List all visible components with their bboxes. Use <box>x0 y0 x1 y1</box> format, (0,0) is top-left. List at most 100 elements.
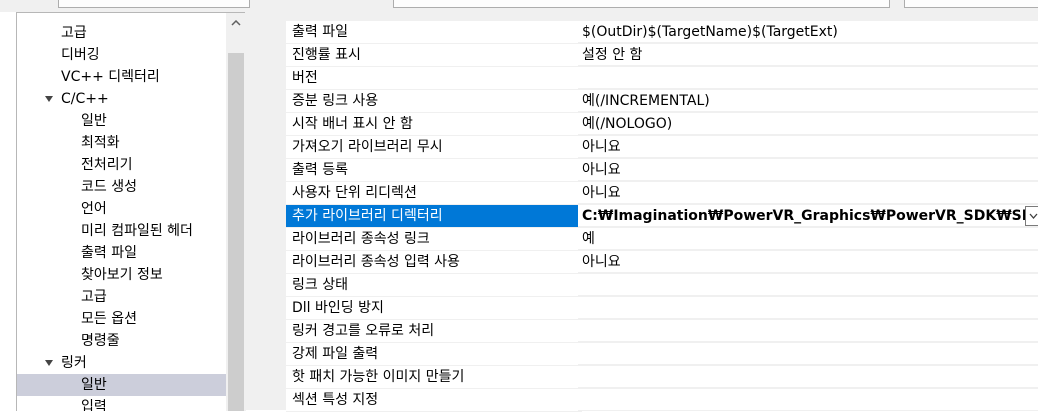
property-grid: 출력 파일 $(OutDir)$(TargetName)$(TargetExt) 진… <box>260 12 1038 412</box>
property-value[interactable]: 예 <box>578 228 1038 250</box>
property-value[interactable] <box>578 297 1038 319</box>
property-name[interactable]: 링커 경고를 오류로 처리 <box>286 320 582 343</box>
property-name[interactable]: 시작 배너 표시 안 함 <box>286 113 582 136</box>
property-row[interactable]: 사용자 단위 리디렉션 아니요 <box>260 182 1038 205</box>
property-value[interactable] <box>578 366 1038 388</box>
property-name[interactable]: 핫 패치 가능한 이미지 만들기 <box>286 366 582 389</box>
property-name[interactable]: 출력 등록 <box>286 159 582 182</box>
tree-item[interactable]: 출력 파일 <box>17 242 226 264</box>
property-name[interactable]: 가져오기 라이브러리 무시 <box>286 136 582 159</box>
property-value[interactable] <box>578 274 1038 296</box>
tree-item-label: 전처리기 <box>81 157 133 173</box>
property-name[interactable]: 라이브러리 종속성 링크 <box>286 228 582 251</box>
property-value[interactable]: 예(/NOLOGO) <box>578 113 1038 135</box>
panel-splitter[interactable] <box>245 12 260 410</box>
property-row[interactable]: 출력 등록 아니요 <box>260 159 1038 182</box>
tree-item[interactable]: 링커 <box>17 352 226 374</box>
property-value[interactable]: 아니요 <box>578 159 1038 181</box>
property-name[interactable]: 추가 라이브러리 디렉터리 <box>286 205 582 228</box>
tree-item[interactable]: 일반 <box>17 374 226 396</box>
property-row[interactable]: 시작 배너 표시 안 함 예(/NOLOGO) <box>260 113 1038 136</box>
property-row[interactable]: 가져오기 라이브러리 무시 아니요 <box>260 136 1038 159</box>
property-name[interactable]: 출력 파일 <box>286 21 582 44</box>
tree-item-label: 링커 <box>61 355 87 371</box>
tree-item[interactable]: 전처리기 <box>17 154 226 176</box>
scroll-thumb[interactable] <box>228 53 244 411</box>
property-row[interactable]: 추가 라이브러리 디렉터리 C:₩Imagination₩PowerVR_Grap… <box>260 205 1038 228</box>
platform-selector[interactable] <box>393 0 890 8</box>
tree-item[interactable]: 찾아보기 정보 <box>17 264 226 286</box>
tree-scrollbar[interactable] <box>226 13 246 411</box>
property-value[interactable]: 아니요 <box>578 182 1038 204</box>
configuration-manager-button[interactable] <box>904 0 1038 8</box>
property-value[interactable]: $(OutDir)$(TargetName)$(TargetExt) <box>578 21 1038 43</box>
tree-item[interactable]: 고급 <box>17 286 226 308</box>
tree-item-label: VC++ 디렉터리 <box>61 69 160 85</box>
tree-item[interactable]: 명령줄 <box>17 330 226 352</box>
property-row[interactable]: Dll 바인딩 방지 <box>260 297 1038 320</box>
tree-item[interactable]: 최적화 <box>17 132 226 154</box>
tree-item-label: 찾아보기 정보 <box>81 267 163 283</box>
property-row[interactable]: 섹션 특성 지정 <box>260 389 1038 412</box>
tree-item[interactable]: C/C++ <box>17 88 226 110</box>
configuration-selector[interactable] <box>58 0 250 8</box>
property-value[interactable]: 아니요 <box>578 136 1038 158</box>
value-dropdown-button[interactable] <box>1025 206 1038 226</box>
property-row[interactable]: 강제 파일 출력 <box>260 343 1038 366</box>
property-row[interactable]: 라이브러리 종속성 입력 사용 아니요 <box>260 251 1038 274</box>
property-row[interactable]: 핫 패치 가능한 이미지 만들기 <box>260 366 1038 389</box>
tree-item[interactable]: 코드 생성 <box>17 176 226 198</box>
property-row[interactable]: 출력 파일 $(OutDir)$(TargetName)$(TargetExt) <box>260 21 1038 44</box>
tree-item[interactable]: 입력 <box>17 396 226 411</box>
tree-item-label: 출력 파일 <box>81 245 137 261</box>
property-value[interactable]: 설정 안 함 <box>578 44 1038 66</box>
tree-item-label: 코드 생성 <box>81 179 137 195</box>
property-name[interactable]: 링크 상태 <box>286 274 582 297</box>
caret-down-icon[interactable] <box>45 96 53 102</box>
tree-item[interactable]: 언어 <box>17 198 226 220</box>
property-row[interactable]: 진행률 표시 설정 안 함 <box>260 44 1038 67</box>
property-name[interactable]: 증분 링크 사용 <box>286 90 582 113</box>
tree-item[interactable]: VC++ 디렉터리 <box>17 66 226 88</box>
property-value[interactable] <box>578 389 1038 411</box>
property-value[interactable] <box>578 67 1038 89</box>
property-name[interactable]: 버전 <box>286 67 582 90</box>
property-row[interactable]: 버전 <box>260 67 1038 90</box>
tree-item-label: 일반 <box>81 113 107 129</box>
tree-item-label: 모든 옵션 <box>81 311 137 327</box>
caret-down-icon[interactable] <box>45 360 53 366</box>
property-value[interactable] <box>578 320 1038 342</box>
property-row[interactable]: 라이브러리 종속성 링크 예 <box>260 228 1038 251</box>
tree-item-label: 일반 <box>81 377 107 393</box>
tree-item[interactable]: 미리 컴파일된 헤더 <box>17 220 226 242</box>
property-value[interactable]: 아니요 <box>578 251 1038 273</box>
property-row[interactable]: 증분 링크 사용 예(/INCREMENTAL) <box>260 90 1038 113</box>
property-page-tree: 고급 디버깅 VC++ 디렉터리 C/C++ 일반 최적화 전처리기 코드 생성 언어 미리 컴파… <box>16 12 246 411</box>
tree-item-label: 언어 <box>81 201 107 217</box>
tree-item-label: 미리 컴파일된 헤더 <box>81 223 193 239</box>
property-row[interactable]: 링크 상태 <box>260 274 1038 297</box>
property-name[interactable]: 강제 파일 출력 <box>286 343 582 366</box>
tree-item[interactable]: 모든 옵션 <box>17 308 226 330</box>
property-name[interactable]: 섹션 특성 지정 <box>286 389 582 412</box>
tree-item[interactable]: 고급 <box>17 22 226 44</box>
property-value[interactable]: C:₩Imagination₩PowerVR_Graphics₩PowerVR_… <box>578 205 1038 227</box>
top-tab-strip <box>0 0 1038 12</box>
property-name[interactable]: 진행률 표시 <box>286 44 582 67</box>
tree-item-label: 입력 <box>81 399 107 411</box>
scroll-up-button[interactable] <box>226 13 246 33</box>
tree-item-label: 최적화 <box>81 135 120 151</box>
tree-item[interactable]: 디버깅 <box>17 44 226 66</box>
property-value[interactable]: 예(/INCREMENTAL) <box>578 90 1038 112</box>
tree-item-label: C/C++ <box>61 91 109 107</box>
tree-item-label: 디버깅 <box>61 47 100 63</box>
property-value[interactable] <box>578 343 1038 365</box>
tree-item-label: 고급 <box>81 289 107 305</box>
tree-item-label: 고급 <box>61 25 87 41</box>
property-name[interactable]: 라이브러리 종속성 입력 사용 <box>286 251 582 274</box>
tree-item-label: 명령줄 <box>81 333 120 349</box>
property-name[interactable]: Dll 바인딩 방지 <box>286 297 582 320</box>
tree-item[interactable]: 일반 <box>17 110 226 132</box>
property-name[interactable]: 사용자 단위 리디렉션 <box>286 182 582 205</box>
property-row[interactable]: 링커 경고를 오류로 처리 <box>260 320 1038 343</box>
